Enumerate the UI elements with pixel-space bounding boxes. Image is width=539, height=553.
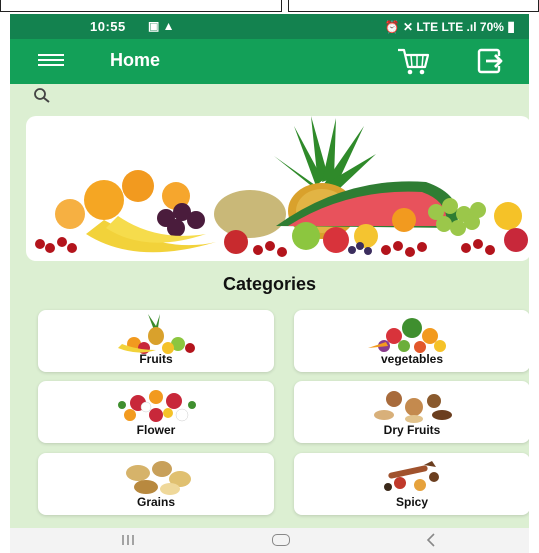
category-label-vegetables: vegetables xyxy=(380,352,444,366)
home-nav-icon[interactable] xyxy=(272,534,290,546)
category-card-flower[interactable]: Flower xyxy=(38,381,274,443)
page-title: Home xyxy=(110,50,161,70)
category-card-spicy[interactable]: Spicy xyxy=(294,453,529,515)
status-right: ⏰ ✕ LTE LTE .ıl 70% ▮ xyxy=(385,18,515,35)
categories-heading: Categories xyxy=(222,274,317,294)
category-card-dry-fruits[interactable]: Dry Fruits xyxy=(294,381,529,443)
app-bar: Home xyxy=(10,39,529,84)
category-card-grains[interactable]: Grains xyxy=(38,453,274,515)
category-label-flower: Flower xyxy=(136,423,176,437)
cart-icon[interactable] xyxy=(396,47,430,77)
fruit-banner-image xyxy=(26,116,529,261)
grains-image xyxy=(126,461,191,495)
fruits-image xyxy=(118,314,195,354)
fruit-illustration xyxy=(35,116,528,257)
search-icon[interactable] xyxy=(32,86,52,106)
menu-icon[interactable] xyxy=(38,51,64,71)
category-card-fruits[interactable]: Fruits xyxy=(38,310,274,372)
vegetables-image xyxy=(368,318,446,353)
category-label-dry-fruits: Dry Fruits xyxy=(383,423,441,437)
spicy-image xyxy=(384,461,439,491)
phone-screen: 10:55 ▣ ▲ ⏰ ✕ LTE LTE .ıl 70% ▮ Home Cat… xyxy=(10,14,529,553)
notification-icons: ▣ ▲ xyxy=(148,19,175,33)
network-indicators: ⏰ ✕ LTE LTE .ıl xyxy=(384,20,477,34)
system-nav-bar xyxy=(10,528,529,553)
frame-box-left xyxy=(0,0,282,12)
category-label-fruits: Fruits xyxy=(139,352,173,366)
battery-level: 70% xyxy=(479,20,504,34)
status-bar: 10:55 ▣ ▲ ⏰ ✕ LTE LTE .ıl 70% ▮ xyxy=(10,14,529,39)
recents-icon[interactable] xyxy=(120,534,136,546)
frame-box-right xyxy=(288,0,539,12)
category-card-vegetables[interactable]: vegetables xyxy=(294,310,529,372)
screenshot-frame xyxy=(0,0,539,14)
category-label-spicy: Spicy xyxy=(395,495,428,509)
dry-fruits-image xyxy=(374,391,452,423)
flower-image xyxy=(118,390,196,422)
category-label-grains: Grains xyxy=(136,495,175,509)
logout-icon[interactable] xyxy=(476,47,506,75)
back-icon[interactable] xyxy=(424,531,438,549)
battery-icon: ▮ xyxy=(507,18,515,34)
status-time: 10:55 xyxy=(90,19,126,34)
